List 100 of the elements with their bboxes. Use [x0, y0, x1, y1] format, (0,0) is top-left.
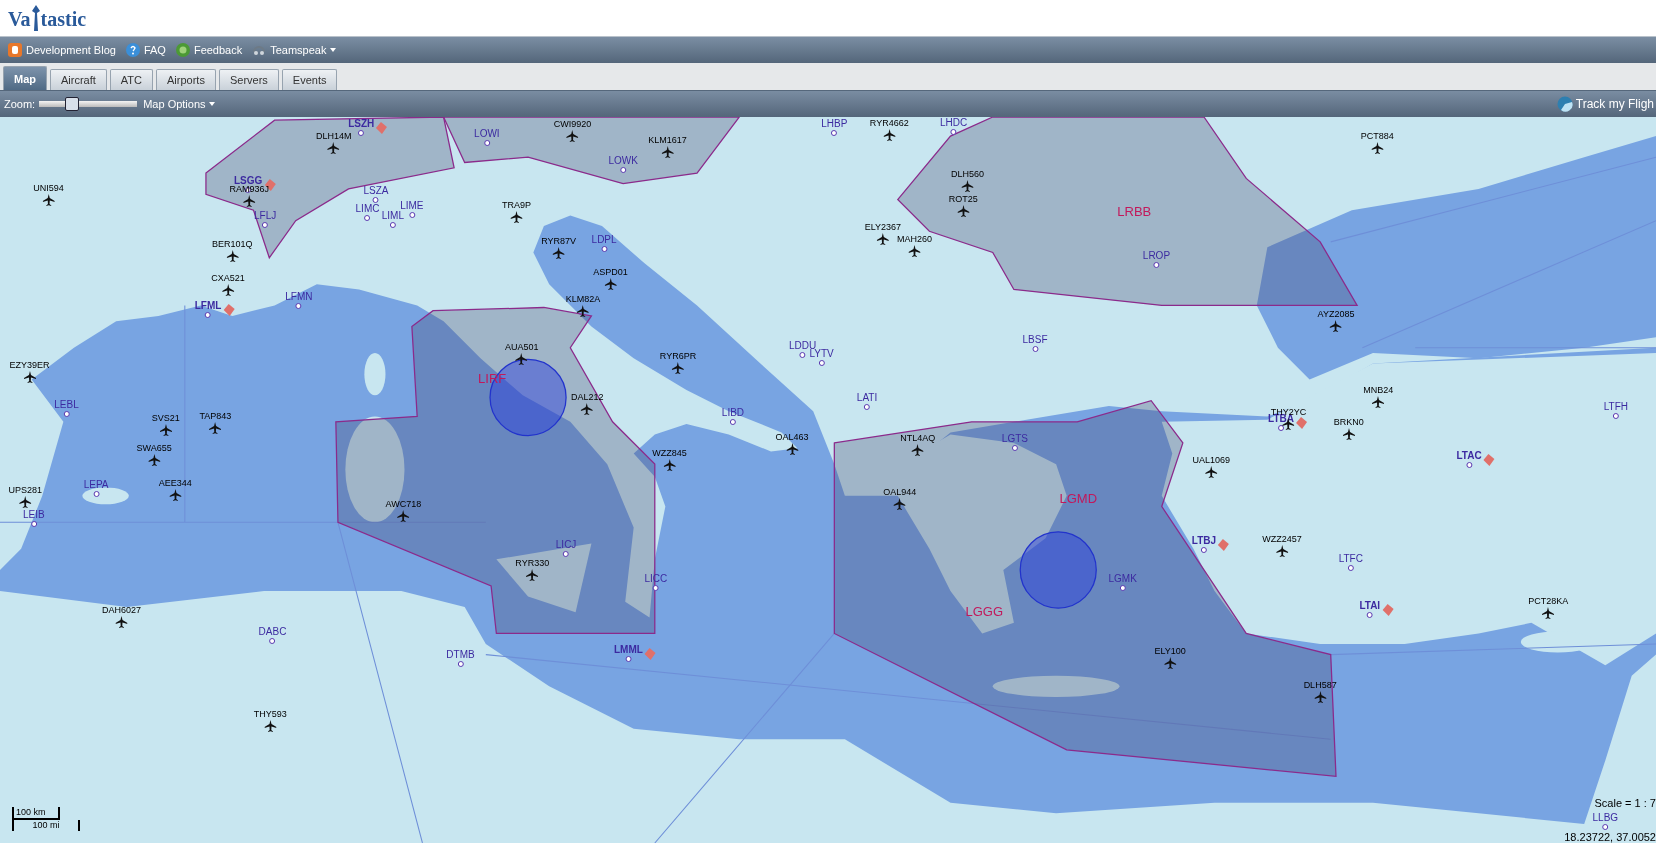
callsign-label[interactable]: EZY39ER	[9, 360, 50, 371]
airport-label[interactable]: LOWK	[608, 155, 638, 167]
callsign-label[interactable]: BRKN0	[1333, 416, 1364, 427]
airport-label[interactable]: LIME	[400, 199, 424, 211]
airplane-icon[interactable]	[576, 304, 589, 317]
callsign-label[interactable]: UAL1069	[1192, 454, 1231, 465]
tab[interactable]: Events	[281, 69, 338, 90]
atc-marker-icon[interactable]	[1481, 454, 1496, 467]
airport-label[interactable]: LIML	[381, 210, 404, 222]
callsign-label[interactable]: DLH560	[950, 168, 984, 179]
airport-label[interactable]: LIBD	[721, 406, 745, 418]
airport-label[interactable]: LTAC	[1456, 450, 1482, 462]
airplane-icon[interactable]	[169, 488, 182, 501]
airplane-icon[interactable]	[786, 443, 799, 456]
callsign-label[interactable]: AUA501	[504, 342, 539, 353]
callsign-label[interactable]: DAL212	[570, 392, 604, 403]
airport-dot-icon[interactable]	[818, 359, 825, 366]
airplane-icon[interactable]	[226, 249, 239, 262]
callsign-label[interactable]: SVS21	[151, 413, 180, 424]
airport-dot-icon[interactable]	[864, 404, 871, 411]
callsign-label[interactable]: BER101Q	[212, 238, 253, 249]
callsign-label[interactable]: AYZ2085	[1317, 308, 1355, 319]
callsign-label[interactable]: RYR87V	[541, 235, 577, 246]
airplane-icon[interactable]	[1205, 465, 1218, 478]
callsign-label[interactable]: AEE344	[158, 477, 192, 488]
airplane-icon[interactable]	[515, 353, 528, 366]
airplane-icon[interactable]	[876, 232, 889, 245]
airport-label[interactable]: LTBJ	[1191, 535, 1217, 547]
airport-label[interactable]: LHBP	[821, 118, 848, 130]
callsign-label[interactable]: RYR330	[515, 558, 550, 569]
airport-dot-icon[interactable]	[652, 585, 659, 592]
airplane-icon[interactable]	[23, 371, 36, 384]
airport-dot-icon[interactable]	[729, 418, 736, 425]
airplane-icon[interactable]	[911, 444, 924, 457]
airplane-icon[interactable]	[1371, 141, 1384, 154]
airport-label[interactable]: LTFC	[1338, 553, 1363, 564]
tab[interactable]: Airports	[156, 69, 216, 90]
airport-dot-icon[interactable]	[1153, 262, 1160, 269]
airport-label[interactable]: LOWI	[474, 127, 500, 139]
callsign-label[interactable]: AWC718	[385, 499, 422, 510]
callsign-label[interactable]: KLM1617	[648, 135, 687, 145]
airplane-icon[interactable]	[883, 129, 896, 142]
airport-dot-icon[interactable]	[1119, 585, 1126, 592]
airplane-icon[interactable]	[42, 193, 55, 206]
callsign-label[interactable]: SWA655	[136, 442, 172, 453]
airport-dot-icon[interactable]	[372, 196, 379, 203]
slider-thumb[interactable]	[64, 97, 79, 111]
atc-marker-icon[interactable]	[1294, 417, 1308, 430]
track-flight-button[interactable]: Track my Fligh	[1554, 96, 1656, 112]
airport-dot-icon[interactable]	[205, 312, 212, 319]
airplane-icon[interactable]	[115, 615, 128, 628]
callsign-label[interactable]: OAL463	[775, 432, 809, 443]
airport-label[interactable]: LBSF	[1022, 333, 1048, 345]
callsign-label[interactable]: ELY2367	[864, 221, 902, 232]
callsign-label[interactable]: MAH260	[897, 234, 933, 245]
airplane-icon[interactable]	[552, 246, 565, 259]
callsign-label[interactable]: DAH6027	[101, 604, 141, 615]
airport-dot-icon[interactable]	[295, 302, 302, 309]
callsign-label[interactable]: THY593	[253, 708, 287, 719]
nav-link[interactable]: Teamspeak	[252, 43, 337, 57]
airport-dot-icon[interactable]	[408, 211, 415, 218]
airplane-icon[interactable]	[19, 496, 32, 509]
airport-dot-icon[interactable]	[389, 222, 396, 229]
airplane-icon[interactable]	[893, 498, 906, 511]
airport-dot-icon[interactable]	[1347, 565, 1354, 571]
airport-dot-icon[interactable]	[364, 214, 371, 221]
callsign-label[interactable]: OAL944	[883, 487, 917, 498]
airport-dot-icon[interactable]	[1466, 462, 1473, 469]
airport-label[interactable]: LATI	[856, 392, 878, 404]
nav-link[interactable]: Development Blog	[8, 43, 116, 57]
callsign-label[interactable]: PCT884	[1360, 130, 1394, 141]
airplane-icon[interactable]	[264, 719, 277, 732]
airplane-icon[interactable]	[159, 424, 172, 437]
airplane-icon[interactable]	[148, 453, 161, 466]
airport-label[interactable]: LSZA	[363, 184, 389, 196]
tab[interactable]: Servers	[218, 69, 279, 90]
nav-link[interactable]: FAQ	[125, 43, 166, 57]
airplane-icon[interactable]	[1330, 319, 1342, 332]
airport-label[interactable]: LEBL	[54, 398, 79, 410]
airplane-icon[interactable]	[661, 146, 674, 158]
airport-label[interactable]: DABC	[258, 626, 287, 638]
airplane-icon[interactable]	[243, 194, 256, 207]
airport-label[interactable]: LLBG	[1592, 812, 1619, 824]
airplane-icon[interactable]	[672, 361, 684, 374]
airport-dot-icon[interactable]	[63, 410, 70, 417]
callsign-label[interactable]: MNB24	[1363, 384, 1394, 395]
airplane-icon[interactable]	[604, 278, 617, 291]
airplane-icon[interactable]	[581, 403, 594, 416]
nav-link[interactable]: Feedback	[175, 43, 243, 57]
callsign-label[interactable]: UNI594	[33, 182, 64, 193]
airport-label[interactable]: LSZH	[348, 118, 375, 130]
airport-dot-icon[interactable]	[563, 551, 570, 558]
callsign-label[interactable]: RYR4662	[869, 118, 909, 129]
airplane-icon[interactable]	[327, 141, 340, 154]
airport-dot-icon[interactable]	[457, 661, 464, 668]
airplane-icon[interactable]	[510, 210, 523, 223]
airport-label[interactable]: LFML	[194, 300, 222, 312]
callsign-label[interactable]: ASPD01	[593, 267, 628, 278]
callsign-label[interactable]: TAP843	[199, 411, 232, 422]
airport-label[interactable]: DTMB	[446, 649, 475, 661]
